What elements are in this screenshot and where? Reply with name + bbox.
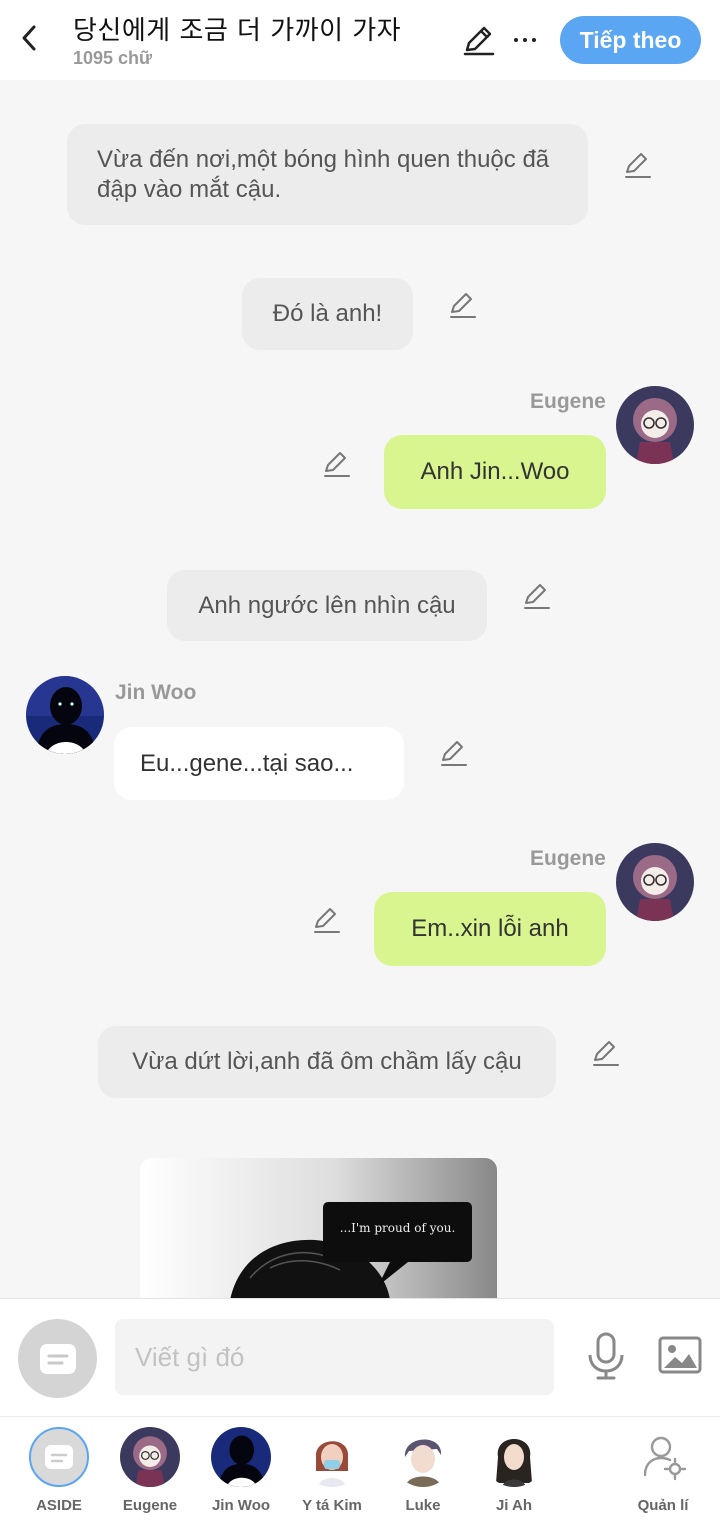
chat-bubble-icon <box>39 1343 76 1374</box>
image-icon <box>658 1336 702 1374</box>
message-text: Eu...gene...tại sao... <box>140 749 354 777</box>
jin-woo-avatar <box>211 1427 271 1487</box>
chat-bubble-icon <box>45 1445 73 1469</box>
luke-avatar <box>393 1427 453 1487</box>
jin-woo-avatar[interactable] <box>26 676 104 754</box>
character-aside[interactable]: ASIDE <box>14 1427 104 1514</box>
story-title: 당신에게 조금 더 가까이 가자 <box>73 16 402 46</box>
back-button[interactable] <box>14 20 44 56</box>
narration-bubble[interactable]: Đó là anh! <box>242 278 413 350</box>
chevron-left-icon <box>22 25 36 51</box>
my-message-bubble[interactable]: Em..xin lỗi anh <box>374 892 606 966</box>
pencil-icon <box>450 293 476 318</box>
ji-ah-avatar <box>484 1427 544 1487</box>
message-input[interactable] <box>115 1319 554 1395</box>
narration-bubble[interactable]: Anh ngước lên nhìn cậu <box>167 570 487 641</box>
character-luke[interactable]: Luke <box>378 1427 468 1514</box>
more-options-button[interactable] <box>508 22 542 58</box>
character-label: Eugene <box>122 1497 178 1514</box>
character-ji-ah[interactable]: Ji Ah <box>469 1427 559 1514</box>
eugene-avatar <box>120 1427 180 1487</box>
narration-bubble[interactable]: Vừa dứt lời,anh đã ôm chầm lấy cậu <box>98 1026 556 1098</box>
nurse-kim-avatar <box>302 1427 362 1487</box>
pencil-icon <box>625 153 651 178</box>
edit-message-button[interactable] <box>438 738 468 768</box>
narration-text: Vừa đến nơi,một bóng hình quen thuộc đã … <box>97 145 550 203</box>
edit-message-button[interactable] <box>521 581 551 611</box>
attach-image-button[interactable] <box>658 1335 702 1375</box>
character-label: Jin Woo <box>211 1497 271 1514</box>
next-button[interactable]: Tiếp theo <box>560 16 701 64</box>
composer-bar <box>0 1298 720 1416</box>
character-nurse-kim[interactable]: Y tá Kim <box>287 1427 377 1514</box>
narration-text: Anh ngước lên nhìn cậu <box>198 591 456 619</box>
character-label: Quản lí <box>637 1497 689 1514</box>
microphone-icon <box>588 1332 624 1380</box>
dot <box>514 38 518 42</box>
narration-bubble[interactable]: Vừa đến nơi,một bóng hình quen thuộc đã … <box>67 124 588 225</box>
character-eugene[interactable]: Eugene <box>105 1427 195 1514</box>
edit-message-button[interactable] <box>447 290 477 320</box>
voice-input-button[interactable] <box>584 1331 628 1381</box>
image-speech-text: ...I'm proud of you. <box>339 1221 456 1235</box>
aside-mode-button[interactable] <box>18 1319 97 1398</box>
character-label: Luke <box>405 1497 441 1514</box>
dot <box>532 38 536 42</box>
other-message-bubble[interactable]: Eu...gene...tại sao... <box>114 727 404 800</box>
edit-title-button[interactable] <box>460 22 496 58</box>
edit-message-button[interactable] <box>321 449 351 479</box>
narration-text: Đó là anh! <box>272 300 383 327</box>
edit-message-button[interactable] <box>622 150 652 180</box>
character-selector: ASIDE Eugene Jin Woo Y tá Kim Luke Ji Ah <box>0 1416 720 1529</box>
top-bar: 당신에게 조금 더 가까이 가자 1095 chữ Tiếp theo <box>0 0 720 80</box>
character-jin-woo[interactable]: Jin Woo <box>196 1427 286 1514</box>
pencil-icon <box>593 1041 619 1066</box>
eugene-avatar[interactable] <box>616 386 694 464</box>
pencil-icon <box>463 26 495 56</box>
word-count: 1095 chữ <box>73 48 153 68</box>
eugene-avatar[interactable] <box>616 843 694 921</box>
character-label: ASIDE <box>36 1497 82 1514</box>
message-text: Em..xin lỗi anh <box>411 915 569 942</box>
aside-avatar <box>29 1427 89 1487</box>
character-label: Ji Ah <box>495 1497 533 1514</box>
pencil-icon <box>441 741 467 766</box>
dot <box>523 38 527 42</box>
narration-text: Vừa dứt lời,anh đã ôm chầm lấy cậu <box>132 1048 522 1075</box>
my-message-bubble[interactable]: Anh Jin...Woo <box>384 435 606 509</box>
manage-characters-button[interactable]: Quản lí <box>618 1427 708 1514</box>
speaker-name: Jin Woo <box>115 681 197 704</box>
message-text: Anh Jin...Woo <box>420 458 570 485</box>
character-label: Y tá Kim <box>302 1497 362 1514</box>
pencil-icon <box>314 908 340 933</box>
edit-message-button[interactable] <box>590 1038 620 1068</box>
edit-message-button[interactable] <box>311 905 341 935</box>
pencil-icon <box>524 584 550 609</box>
user-settings-icon <box>633 1427 693 1487</box>
pencil-icon <box>324 452 350 477</box>
image-message[interactable]: ...I'm proud of you. <box>140 1158 497 1300</box>
speaker-name: Eugene <box>530 390 606 413</box>
speaker-name: Eugene <box>530 847 606 870</box>
